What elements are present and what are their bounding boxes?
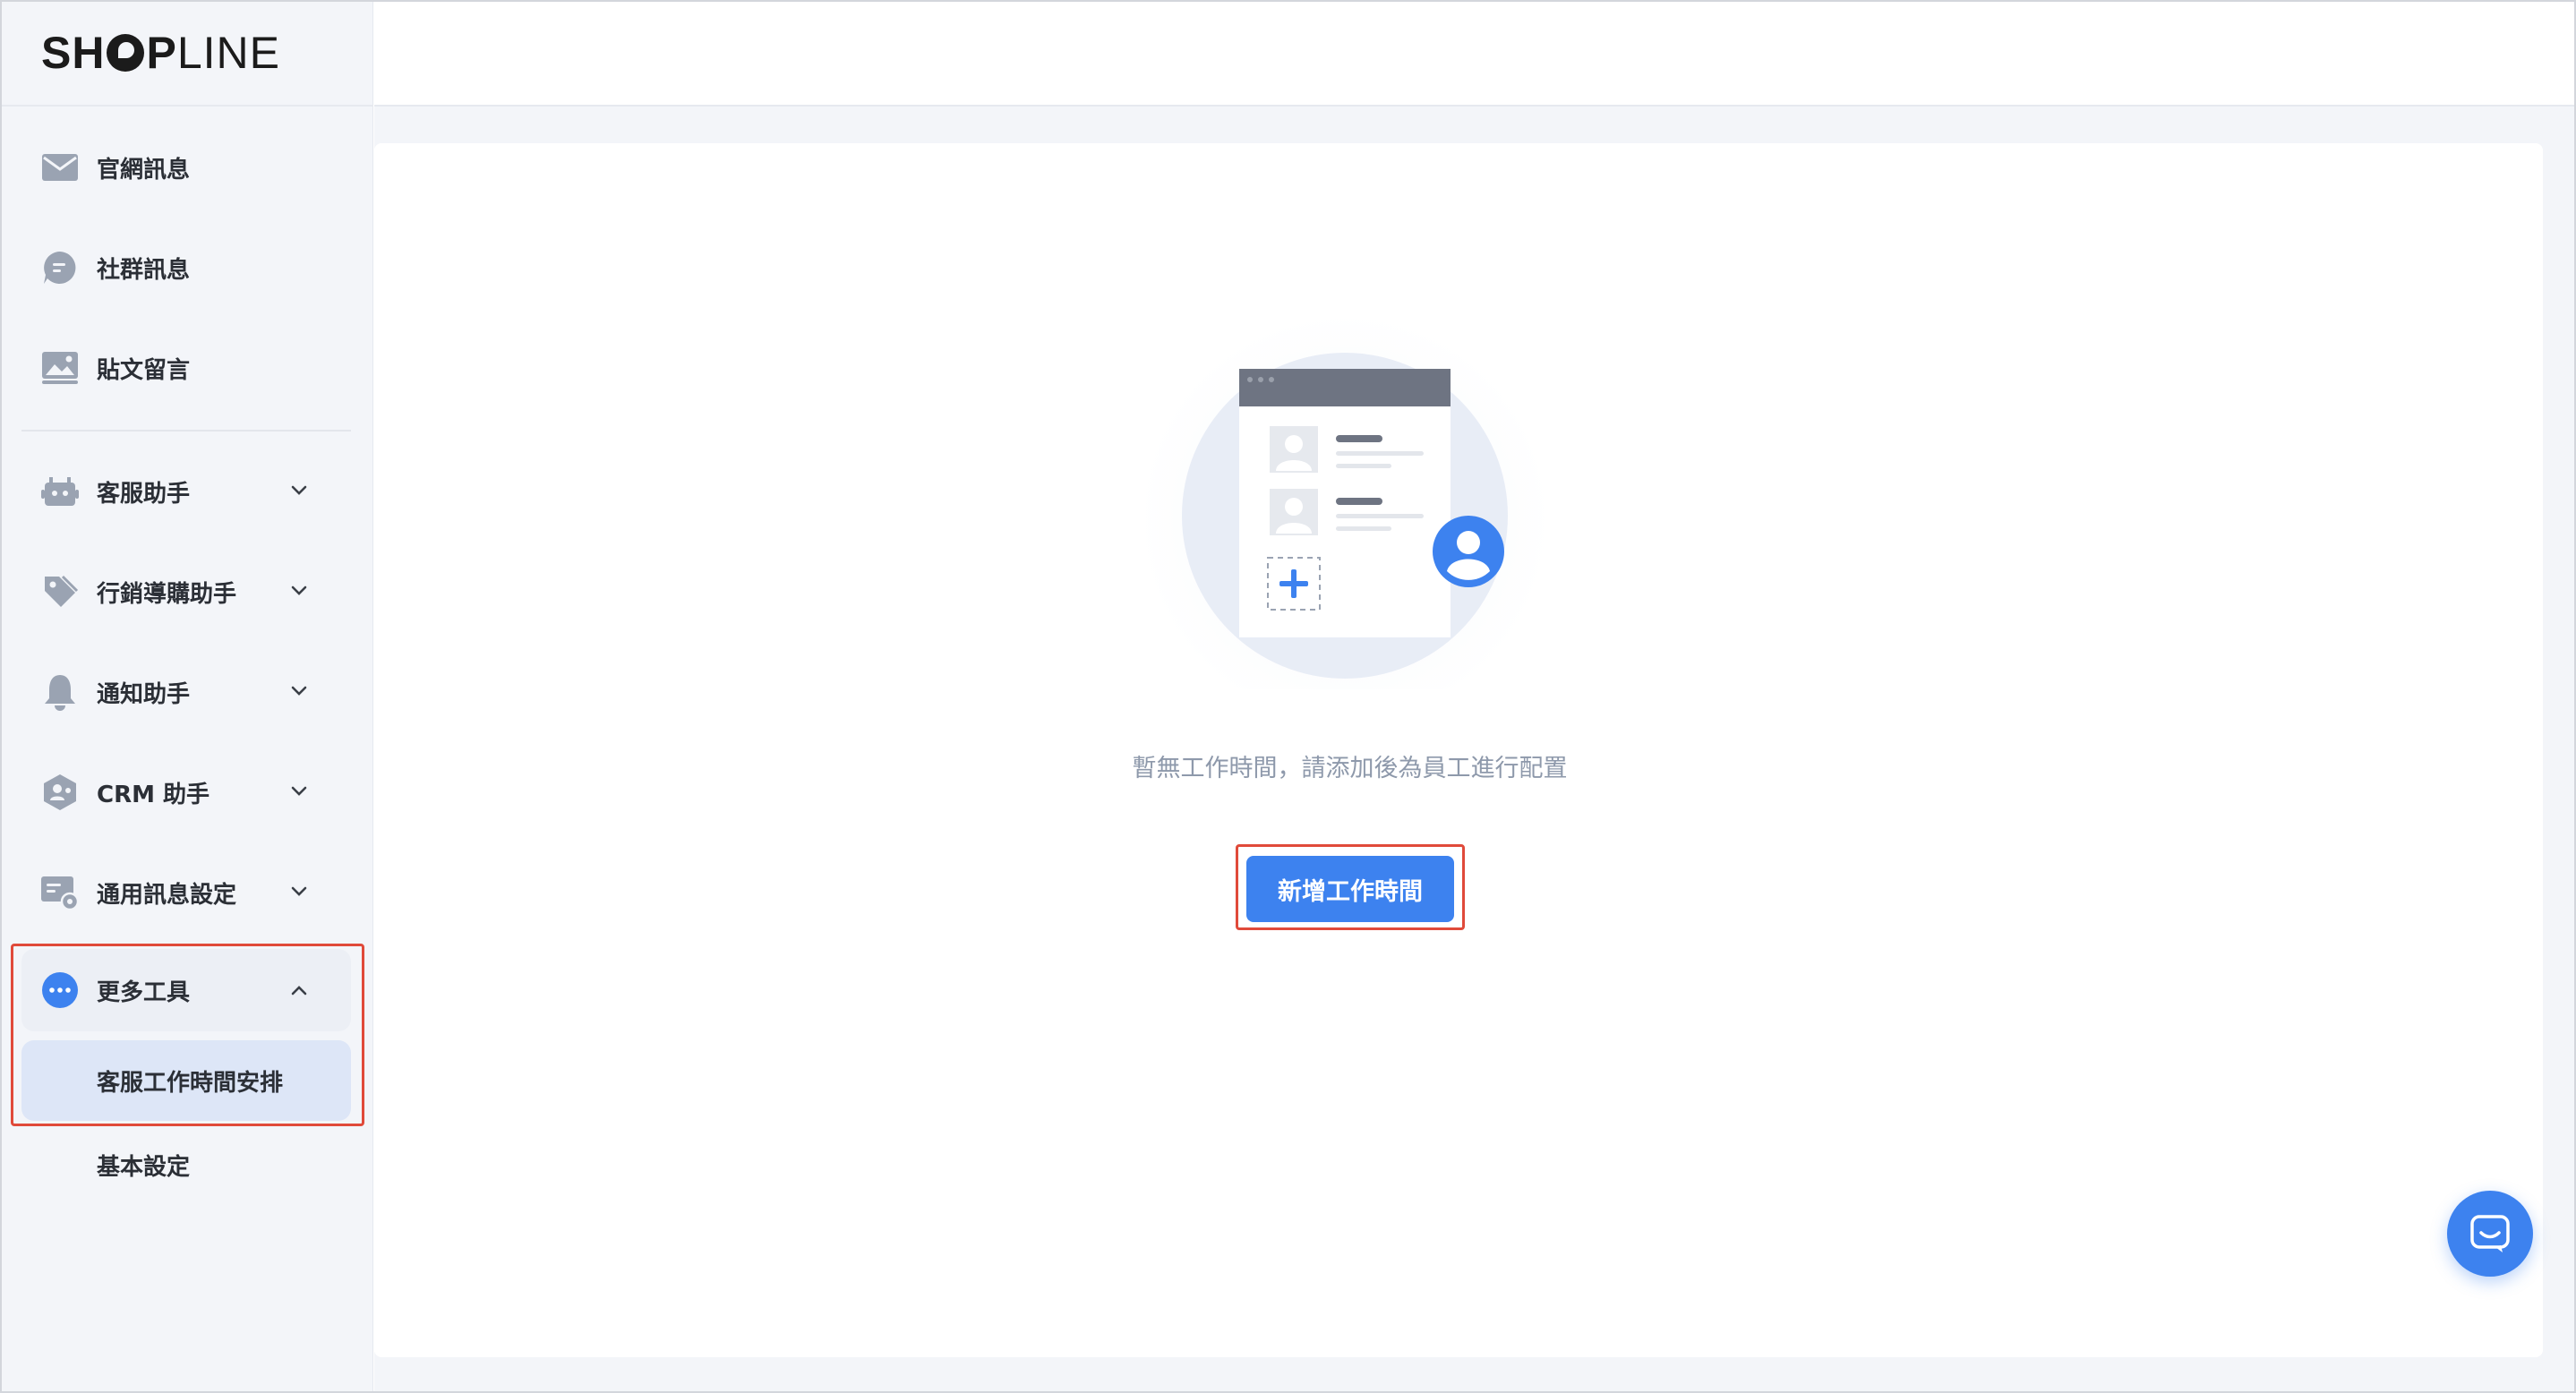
sidebar-subitem-basic-settings[interactable]: 基本設定 — [21, 1126, 351, 1203]
sidebar-item-label: 通用訊息設定 — [97, 881, 237, 909]
bell-icon — [41, 673, 79, 711]
sidebar-item-label: 行銷導購助手 — [97, 580, 237, 608]
shopline-logo[interactable]: SH P LINE — [41, 27, 280, 79]
highlight-box-add-button — [1236, 844, 1465, 930]
sidebar-item-label: CRM 助手 — [97, 781, 210, 808]
mail-icon — [41, 149, 79, 186]
logo-o-mark-icon — [107, 33, 145, 72]
chevron-down-icon[interactable] — [287, 578, 312, 603]
sidebar-item-notification-assistant[interactable]: 通知助手 — [21, 654, 351, 731]
sidebar-item-post-comments[interactable]: 貼文留言 — [21, 329, 351, 406]
sidebar-item-label: 通知助手 — [97, 680, 191, 708]
chevron-down-icon[interactable] — [287, 879, 312, 904]
top-bar — [374, 2, 2574, 107]
sidebar: SH P LINE 官網訊息 社群訊息 貼文留言 客服助手 行銷導購助手 通知助… — [0, 0, 373, 1393]
chevron-down-icon[interactable] — [287, 679, 312, 704]
sidebar-divider — [21, 430, 351, 432]
empty-state-message: 暫無工作時間，請添加後為員工進行配置 — [1132, 755, 1568, 782]
logo-area: SH P LINE — [0, 0, 373, 107]
chat-icon — [2470, 1215, 2510, 1252]
sidebar-item-label: 官網訊息 — [97, 156, 191, 184]
logo-text-p: P — [146, 27, 177, 78]
robot-icon — [41, 473, 79, 510]
sidebar-item-label: 貼文留言 — [97, 356, 191, 384]
highlight-box-more-tools — [11, 944, 364, 1126]
sidebar-subitem-label: 基本設定 — [97, 1153, 191, 1181]
sidebar-item-marketing-assistant[interactable]: 行銷導購助手 — [21, 553, 351, 630]
sidebar-item-customer-service-assistant[interactable]: 客服助手 — [21, 453, 351, 530]
sidebar-item-label: 社群訊息 — [97, 256, 191, 284]
chat-bubble-icon — [41, 249, 79, 286]
sidebar-item-website-messages[interactable]: 官網訊息 — [21, 129, 351, 206]
sidebar-item-general-message-settings[interactable]: 通用訊息設定 — [21, 854, 351, 931]
chevron-down-icon[interactable] — [287, 779, 312, 804]
empty-state-illustration — [1139, 313, 1558, 725]
logo-text-sh: SH — [41, 27, 106, 78]
chat-support-button[interactable] — [2447, 1191, 2533, 1277]
sidebar-item-crm-assistant[interactable]: CRM 助手 — [21, 754, 351, 831]
image-post-icon — [41, 349, 79, 387]
logo-text-line: LINE — [176, 27, 280, 78]
message-settings-icon — [41, 874, 79, 911]
tag-icon — [41, 573, 79, 611]
crm-hexagon-icon — [41, 773, 79, 811]
chevron-down-icon[interactable] — [287, 478, 312, 503]
sidebar-item-social-messages[interactable]: 社群訊息 — [21, 229, 351, 306]
sidebar-item-label: 客服助手 — [97, 480, 191, 508]
